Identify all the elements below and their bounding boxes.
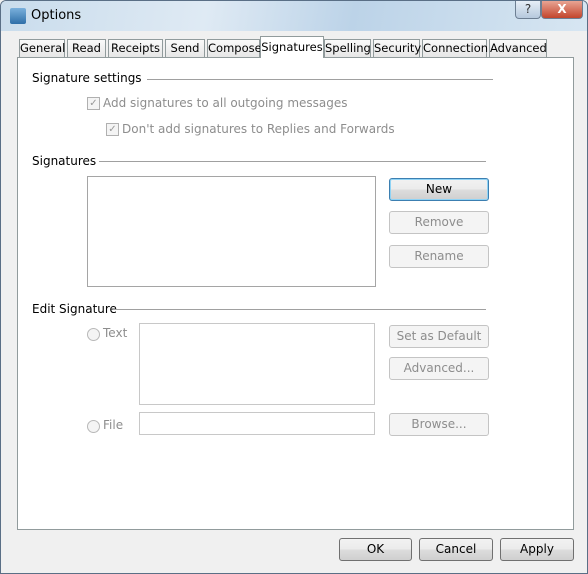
text-radio-label: Text xyxy=(103,326,128,340)
tab-spelling[interactable]: Spelling xyxy=(324,39,371,58)
signatures-heading: Signatures xyxy=(32,154,97,168)
divider xyxy=(113,309,486,310)
tab-advanced[interactable]: Advanced xyxy=(489,39,547,58)
tab-compose[interactable]: Compose xyxy=(207,39,262,58)
rename-button[interactable]: Rename xyxy=(389,245,489,268)
options-dialog: Options ? X General Read Receipts Send C… xyxy=(0,0,588,574)
tab-security[interactable]: Security xyxy=(373,39,421,58)
signature-settings-heading: Signature settings xyxy=(32,71,142,85)
app-icon xyxy=(10,8,26,24)
tab-read[interactable]: Read xyxy=(67,39,106,58)
text-radio[interactable] xyxy=(87,328,100,341)
remove-button[interactable]: Remove xyxy=(389,211,489,234)
ok-button[interactable]: OK xyxy=(339,538,412,561)
divider xyxy=(99,161,486,162)
apply-button[interactable]: Apply xyxy=(500,538,574,561)
advanced-button[interactable]: Advanced... xyxy=(389,357,489,380)
cancel-button[interactable]: Cancel xyxy=(419,538,493,561)
tab-general[interactable]: General xyxy=(19,39,65,58)
browse-button[interactable]: Browse... xyxy=(389,413,489,436)
file-radio-label: File xyxy=(103,418,124,432)
help-button[interactable]: ? xyxy=(515,1,541,19)
no-replies-label: Don't add signatures to Replies and Forw… xyxy=(122,122,395,136)
window-title: Options xyxy=(31,8,82,23)
tab-receipts[interactable]: Receipts xyxy=(108,39,163,58)
file-radio[interactable] xyxy=(87,420,100,433)
tab-connection[interactable]: Connection xyxy=(422,39,488,58)
no-replies-checkbox[interactable]: ✓ xyxy=(106,123,119,136)
divider xyxy=(147,79,493,80)
file-path-input[interactable] xyxy=(139,412,375,435)
add-signatures-checkbox[interactable]: ✓ xyxy=(87,97,100,110)
signature-text-area[interactable] xyxy=(139,323,375,405)
title-bar: Options ? X xyxy=(1,1,587,31)
set-as-default-button[interactable]: Set as Default xyxy=(389,325,489,348)
tab-signatures[interactable]: Signatures xyxy=(260,36,324,58)
new-button[interactable]: New xyxy=(389,178,489,201)
edit-signature-heading: Edit Signature xyxy=(32,302,117,316)
close-button[interactable]: X xyxy=(541,1,583,19)
add-signatures-label: Add signatures to all outgoing messages xyxy=(103,96,348,110)
signatures-list[interactable] xyxy=(87,176,376,287)
tab-send[interactable]: Send xyxy=(165,39,205,58)
